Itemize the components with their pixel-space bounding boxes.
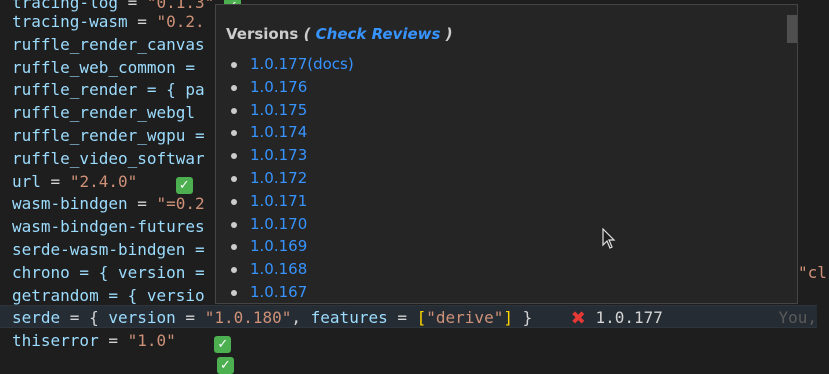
version-link[interactable]: 1.0.169 <box>228 235 354 258</box>
version-list: 1.0.177(docs) 1.0.176 1.0.175 1.0.174 1.… <box>228 53 354 303</box>
code-line[interactable]: ruffle_video_softwar <box>12 147 205 170</box>
code-line[interactable]: wasm-bindgen-futures <box>12 215 205 238</box>
version-link[interactable]: 1.0.175 <box>228 99 354 122</box>
code-line[interactable]: ruffle_render_canvas <box>12 33 205 56</box>
code-line[interactable]: ruffle_web_common = <box>12 56 205 79</box>
version-link[interactable]: 1.0.177(docs) <box>228 53 354 76</box>
versions-hover-popup[interactable]: Versions ( Check Reviews ) 1.0.177(docs)… <box>215 4 798 304</box>
check-reviews-link[interactable]: Check Reviews <box>316 25 441 43</box>
current-code-line[interactable]: serde = { version = "1.0.180", features … <box>0 305 817 329</box>
mouse-pointer-icon <box>602 228 616 249</box>
code-line[interactable]: ruffle_render_webgl <box>12 101 195 124</box>
version-link[interactable]: 1.0.172 <box>228 167 354 190</box>
version-link[interactable]: 1.0.171 <box>228 190 354 213</box>
version-link[interactable]: 1.0.167 <box>228 281 354 303</box>
code-line[interactable]: wasm-bindgen = "=0.2 <box>12 192 205 215</box>
code-line[interactable]: url = "2.4.0" ✓ <box>12 170 193 194</box>
cross-mark-icon: ✖ <box>570 308 586 329</box>
code-line[interactable]: serde-wasm-bindgen = <box>12 238 205 261</box>
code-line[interactable]: tracing-wasm = "0.2. <box>12 10 205 33</box>
version-link[interactable]: 1.0.168 <box>228 258 354 281</box>
check-mark-icon: ✓ <box>217 357 234 374</box>
popup-scrollbar[interactable] <box>787 15 797 43</box>
version-link[interactable]: 1.0.174 <box>228 121 354 144</box>
code-line[interactable]: thiserror = "1.0" ✓ <box>12 329 232 353</box>
popup-title: Versions ( Check Reviews ) <box>226 25 453 43</box>
code-line[interactable]: getrandom = { versio <box>12 284 205 307</box>
version-link[interactable]: 1.0.173 <box>228 144 354 167</box>
version-link[interactable]: 1.0.170 <box>228 213 354 236</box>
code-line[interactable]: ruffle_render_wgpu = <box>12 124 205 147</box>
code-line[interactable]: ✓ <box>217 350 234 374</box>
code-line[interactable]: ruffle_render = { pa <box>12 78 205 101</box>
version-link[interactable]: 1.0.176 <box>228 76 354 99</box>
